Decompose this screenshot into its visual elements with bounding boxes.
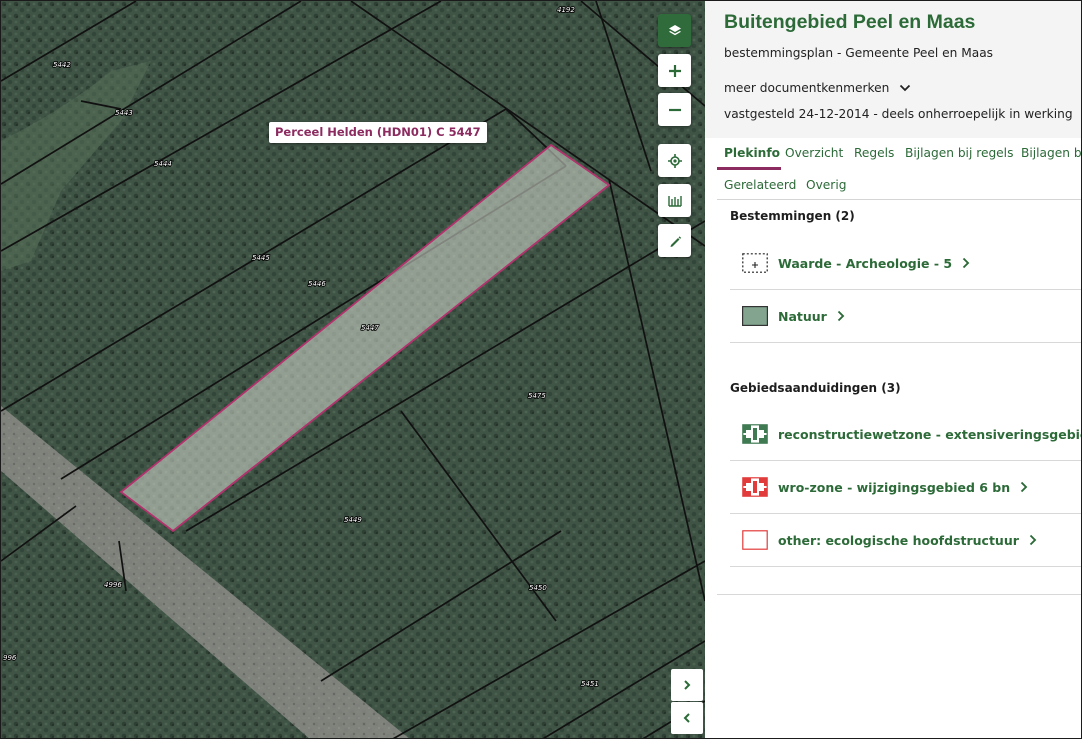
parcel-number: 5445 [252,254,270,262]
parcel-number: 5446 [308,280,326,288]
document-title: Buitengebied Peel en Maas [724,11,976,33]
chevron-right-icon [1020,481,1028,493]
parcel-number: 5444 [154,160,172,168]
aerial-map[interactable]: 4192 5442 5443 5444 5445 5446 5447 5475 … [1,1,705,739]
section-title-gebiedsaanduidingen: Gebiedsaanduidingen (3) [730,381,901,395]
active-tab-indicator [717,167,781,170]
legend-label: Waarde - Archeologie - 5 [778,255,953,271]
chevron-right-icon [1029,534,1037,546]
parcel-number: 4192 [557,6,575,14]
wro-swatch-icon [742,477,768,497]
zoom-in-button[interactable] [658,54,691,87]
map-view[interactable]: 4192 5442 5443 5444 5445 5446 5447 5475 … [1,1,705,739]
chevron-right-icon [684,680,691,690]
parcel-number: 5451 [581,680,599,688]
tab-bijlagen-bij-toelichting[interactable]: Bijlagen b [1021,146,1081,160]
document-subtitle: bestemmingsplan - Gemeente Peel en Maas [724,46,994,60]
document-status: vastgesteld 24-12-2014 - deels onherroep… [724,107,1073,121]
parcel-tooltip: Perceel Helden (HDN01) C 5447 [269,122,487,143]
parcel-number: 5442 [53,61,71,69]
zoom-out-button[interactable] [658,93,691,126]
pencil-icon [670,235,681,247]
parcel-number: 5475 [528,392,546,400]
legend-label: wro-zone - wijzigingsgebied 6 bn [778,479,1011,495]
natuur-swatch-icon [742,306,768,326]
legend-item-reconstructiewetzone[interactable]: reconstructiewetzone - extensiveringsgeb… [730,408,1082,461]
tab-regels[interactable]: Regels [854,146,894,160]
measure-button[interactable] [658,184,691,217]
tab-bijlagen-bij-regels[interactable]: Bijlagen bij regels [905,146,1013,160]
measure-icon [667,195,682,207]
tab-plekinfo[interactable]: Plekinfo [724,146,780,160]
parcel-number: 5450 [529,584,547,592]
more-document-properties-toggle[interactable]: meer documentkenmerken [724,79,911,97]
draw-button[interactable] [658,224,691,257]
chevron-right-icon [962,257,970,269]
legend-item-archeologie[interactable]: Waarde - Archeologie - 5 [730,237,1081,290]
legend-label: Natuur [778,308,827,324]
section-title-bestemmingen: Bestemmingen (2) [730,209,855,223]
chevron-left-icon [683,713,690,723]
expand-panel-button[interactable] [671,669,703,701]
more-properties-label: meer documentkenmerken [724,81,890,95]
plus-icon [668,64,681,77]
tab-overig[interactable]: Overig [806,178,846,192]
legend-label: reconstructiewetzone - extensiveringsgeb… [778,426,1082,442]
chevron-right-icon [837,310,845,322]
minus-icon [668,108,681,111]
locate-button[interactable] [658,144,691,177]
legend-item-wro-zone[interactable]: wro-zone - wijzigingsgebied 6 bn [730,461,1081,514]
layers-button[interactable] [658,14,691,47]
collapse-panel-button[interactable] [671,702,703,734]
section-divider [717,594,1081,595]
legend-item-ecologische-hoofdstructuur[interactable]: other: ecologische hoofdstructuur [730,514,1081,567]
parcel-number: 5447 [361,324,379,332]
legend-item-natuur[interactable]: Natuur [730,290,1081,343]
archeologie-swatch-icon [742,253,768,273]
parcel-number: 5449 [344,516,362,524]
legend-label: other: ecologische hoofdstructuur [778,532,1019,548]
parcel-number: 4996 [104,581,122,589]
ehs-swatch-icon [742,530,768,550]
parcel-number: 5443 [115,109,133,117]
reconstructie-swatch-icon [742,424,768,444]
tab-overzicht[interactable]: Overzicht [785,146,843,160]
locate-icon [667,153,682,168]
info-panel: Buitengebied Peel en Maas bestemmingspla… [705,1,1082,738]
layers-icon [668,24,681,35]
document-header: Buitengebied Peel en Maas bestemmingspla… [705,1,1081,138]
chevron-down-icon [900,84,911,92]
tabs-divider [717,199,1081,200]
app-frame: 4192 5442 5443 5444 5445 5446 5447 5475 … [0,0,1082,739]
tab-gerelateerd[interactable]: Gerelateerd [724,178,796,192]
parcel-number: 996 [3,654,17,662]
